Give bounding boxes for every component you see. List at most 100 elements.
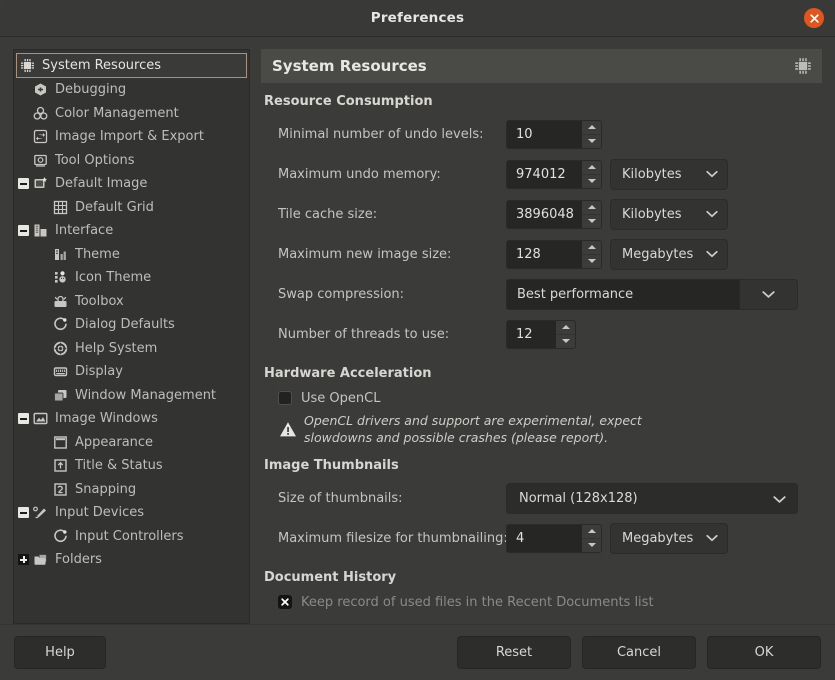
tile-cache-value[interactable]: 3896048 (507, 201, 582, 228)
sidebar-item-input-controllers[interactable]: Input Controllers (14, 525, 249, 549)
stepper-down-icon[interactable] (582, 175, 601, 188)
footer-actions: Reset Cancel OK (457, 636, 821, 669)
max-image-size-unit-dropdown[interactable]: Megabytes (610, 238, 728, 270)
sidebar-item-snapping[interactable]: Snapping (14, 478, 249, 502)
sidebar-item-debugging[interactable]: Debugging (14, 78, 249, 102)
tile-cache-stepper[interactable]: 3896048 (506, 199, 602, 229)
window-title: Preferences (370, 10, 465, 26)
help-button[interactable]: Help (14, 636, 106, 669)
undo-memory-label: Maximum undo memory: (278, 166, 441, 182)
expand-expander-icon[interactable] (18, 554, 29, 566)
keep-record-checkbox-row[interactable]: Keep record of used files in the Recent … (264, 590, 808, 614)
sidebar-item-default-image[interactable]: Default Image (14, 172, 249, 196)
max-image-size-stepper[interactable]: 128 (506, 239, 602, 269)
stepper-down-icon[interactable] (556, 335, 575, 348)
sidebar-item-interface[interactable]: Interface (14, 219, 249, 243)
appearance-icon (52, 434, 69, 451)
preferences-sidebar[interactable]: System Resources Debugging Color Managem… (13, 49, 250, 624)
field-row-thumb-size: Size of thumbnails: Normal (128x128) (264, 478, 808, 518)
max-filesize-stepper[interactable]: 4 (506, 523, 602, 553)
swap-compression-value[interactable]: Best performance (506, 278, 740, 310)
stepper-up-icon[interactable] (556, 321, 575, 335)
sidebar-item-toolbox[interactable]: Toolbox (14, 290, 249, 314)
sidebar-item-system-resources[interactable]: System Resources (16, 53, 247, 78)
collapse-expander-icon[interactable] (18, 413, 29, 425)
tile-cache-unit-value: Kilobytes (622, 206, 682, 222)
threads-stepper[interactable]: 12 (506, 319, 576, 349)
use-opencl-checkbox-row[interactable]: Use OpenCL (264, 386, 808, 410)
tile-cache-unit-dropdown[interactable]: Kilobytes (610, 198, 728, 230)
stepper-down-icon[interactable] (582, 255, 601, 268)
stepper-down-icon[interactable] (582, 539, 601, 552)
max-filesize-unit-value: Megabytes (622, 530, 694, 546)
reset-button[interactable]: Reset (457, 636, 571, 669)
max-image-size-label: Maximum new image size: (278, 246, 452, 262)
chevron-down-icon (706, 534, 718, 542)
stepper-arrows[interactable] (556, 320, 575, 348)
sidebar-item-appearance[interactable]: Appearance (14, 431, 249, 455)
stepper-up-icon[interactable] (582, 161, 601, 175)
tool-options-icon (32, 152, 49, 169)
chevron-down-icon[interactable] (740, 278, 798, 310)
sidebar-item-icon-theme[interactable]: Icon Theme (14, 266, 249, 290)
stepper-up-icon[interactable] (582, 241, 601, 255)
undo-memory-unit-value: Kilobytes (622, 166, 682, 182)
input-devices-icon (32, 504, 49, 521)
sidebar-item-display[interactable]: Display (14, 360, 249, 384)
chevron-down-icon (706, 250, 718, 258)
thumb-size-dropdown[interactable]: Normal (128x128) (506, 482, 798, 514)
sidebar-item-image-import-export[interactable]: Image Import & Export (14, 125, 249, 149)
max-filesize-label: Maximum filesize for thumbnailing: (278, 530, 508, 546)
sidebar-item-help-system[interactable]: Help System (14, 337, 249, 361)
collapse-expander-icon[interactable] (18, 178, 29, 190)
sidebar-item-label: Input Controllers (75, 528, 184, 544)
use-opencl-checkbox[interactable] (278, 391, 292, 405)
stepper-arrows[interactable] (582, 524, 601, 552)
ok-button[interactable]: OK (707, 636, 821, 669)
stepper-up-icon[interactable] (582, 121, 601, 135)
threads-value[interactable]: 12 (507, 321, 556, 348)
sidebar-item-label: Dialog Defaults (75, 317, 175, 333)
image-windows-icon (32, 410, 49, 427)
sidebar-item-input-devices[interactable]: Input Devices (14, 501, 249, 525)
dialog-footer: Help Reset Cancel OK (0, 624, 835, 680)
undo-memory-stepper[interactable]: 974012 (506, 159, 602, 189)
sidebar-item-theme[interactable]: Theme (14, 243, 249, 267)
threads-label: Number of threads to use: (278, 326, 450, 342)
max-image-size-value[interactable]: 128 (507, 241, 582, 268)
undo-memory-unit-dropdown[interactable]: Kilobytes (610, 158, 728, 190)
field-row-swap-compression: Swap compression: Best performance (264, 274, 808, 314)
collapse-expander-icon[interactable] (18, 507, 29, 519)
sidebar-item-image-windows[interactable]: Image Windows (14, 407, 249, 431)
undo-levels-stepper[interactable]: 10 (506, 119, 602, 149)
swap-compression-dropdown[interactable]: Best performance (506, 278, 798, 310)
sidebar-item-title-status[interactable]: Title & Status (14, 454, 249, 478)
max-filesize-unit-dropdown[interactable]: Megabytes (610, 522, 728, 554)
undo-memory-value[interactable]: 974012 (507, 161, 582, 188)
sidebar-item-window-management[interactable]: Window Management (14, 384, 249, 408)
close-icon[interactable] (804, 8, 824, 28)
section-title-resource-consumption: Resource Consumption (264, 94, 433, 109)
sidebar-item-label: Snapping (75, 481, 137, 497)
sidebar-item-color-management[interactable]: Color Management (14, 102, 249, 126)
undo-levels-label: Minimal number of undo levels: (278, 126, 484, 142)
sidebar-item-default-grid[interactable]: Default Grid (14, 196, 249, 220)
cancel-button[interactable]: Cancel (582, 636, 696, 669)
collapse-expander-icon[interactable] (18, 225, 29, 237)
stepper-down-icon[interactable] (582, 215, 601, 228)
stepper-up-icon[interactable] (582, 525, 601, 539)
undo-levels-value[interactable]: 10 (507, 121, 582, 148)
stepper-down-icon[interactable] (582, 135, 601, 148)
stepper-arrows[interactable] (582, 160, 601, 188)
max-filesize-value[interactable]: 4 (507, 525, 582, 552)
opencl-warning: OpenCL drivers and support are experimen… (264, 413, 808, 446)
stepper-arrows[interactable] (582, 240, 601, 268)
keep-record-checkbox[interactable] (278, 595, 292, 609)
sidebar-item-dialog-defaults[interactable]: Dialog Defaults (14, 313, 249, 337)
stepper-up-icon[interactable] (582, 201, 601, 215)
field-row-tile-cache: Tile cache size: 3896048 Kilobytes (264, 194, 808, 234)
sidebar-item-tool-options[interactable]: Tool Options (14, 149, 249, 173)
stepper-arrows[interactable] (582, 200, 601, 228)
sidebar-item-folders[interactable]: Folders (14, 548, 249, 572)
stepper-arrows[interactable] (582, 120, 601, 148)
